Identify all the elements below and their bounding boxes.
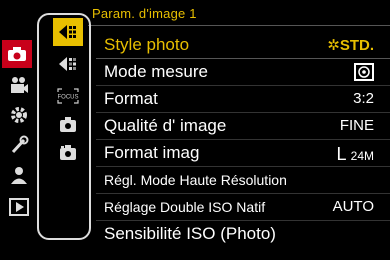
menu-item-mode-mesure[interactable]: Mode mesure (96, 59, 390, 86)
menu-item-value: L 24M (336, 144, 374, 165)
main-tab-column (0, 30, 32, 260)
photo-style-std-icon: ✲STD. (327, 37, 374, 54)
gear-icon (11, 107, 27, 123)
tab-my-menu[interactable] (6, 162, 32, 188)
tab-photo[interactable] (2, 40, 32, 68)
subtab-image-settings-2[interactable] (55, 52, 81, 76)
menu-item-label: Sensibilité ISO (Photo) (104, 224, 276, 243)
title-divider (88, 25, 390, 26)
menu-item-format[interactable]: Format 3:2 (96, 86, 390, 113)
menu-item-haute-resolution[interactable]: Régl. Mode Haute Résolution (96, 167, 390, 194)
menu-item-label: Format imag (104, 143, 200, 162)
subtab-image-settings-1[interactable] (53, 18, 83, 46)
tab-playback[interactable] (6, 194, 32, 220)
tab-video[interactable] (6, 72, 32, 98)
camera-icon (8, 47, 26, 61)
tab-setup[interactable] (6, 132, 32, 158)
playback-icon (9, 198, 29, 216)
subtab-focus[interactable]: FOCUS (55, 84, 81, 108)
camera-settings-2-icon (60, 145, 76, 160)
image-settings-1-icon (59, 25, 76, 39)
image-size-megapixels: 24M (350, 149, 374, 163)
custom-user-icon (11, 167, 27, 184)
menu-item-double-iso[interactable]: Réglage Double ISO Natif AUTO (96, 194, 390, 221)
menu-item-value: 3:2 (353, 90, 374, 107)
image-settings-2-icon (59, 57, 76, 71)
focus-icon-label: FOCUS (58, 95, 79, 101)
menu-item-value: AUTO (332, 198, 374, 215)
menu-item-label: Style photo (104, 35, 190, 54)
subtab-camera-settings-2[interactable] (55, 140, 81, 164)
subtab-camera-settings-1[interactable] (55, 112, 81, 136)
page-title: Param. d'image 1 (92, 6, 197, 21)
focus-icon: FOCUS (57, 88, 79, 104)
image-size-letter: L (336, 144, 347, 164)
menu-item-label: Mode mesure (104, 62, 208, 81)
menu-item-value: FINE (339, 117, 374, 134)
menu-item-qualite-image[interactable]: Qualité d' image FINE (96, 113, 390, 140)
menu-item-label: Format (104, 89, 158, 108)
menu-item-format-image[interactable]: Format imag L 24M (96, 140, 390, 167)
menu-item-value: STD. (339, 37, 374, 54)
metering-mode-icon (354, 63, 374, 82)
menu-item-sensibilite-iso[interactable]: Sensibilité ISO (Photo) (96, 221, 390, 248)
camera-settings-icon (60, 117, 76, 132)
menu-item-label: Régl. Mode Haute Résolution (104, 172, 287, 188)
camera-menu-screen: Param. d'image 1 FOCUS Style photo ✲STD.… (0, 0, 390, 260)
menu-item-label: Réglage Double ISO Natif (104, 199, 266, 215)
wrench-icon (11, 135, 29, 154)
menu-item-style-photo[interactable]: Style photo ✲STD. (96, 32, 390, 59)
video-camera-icon (11, 77, 28, 93)
menu-item-label: Qualité d' image (104, 116, 227, 135)
tab-custom[interactable] (6, 102, 32, 128)
